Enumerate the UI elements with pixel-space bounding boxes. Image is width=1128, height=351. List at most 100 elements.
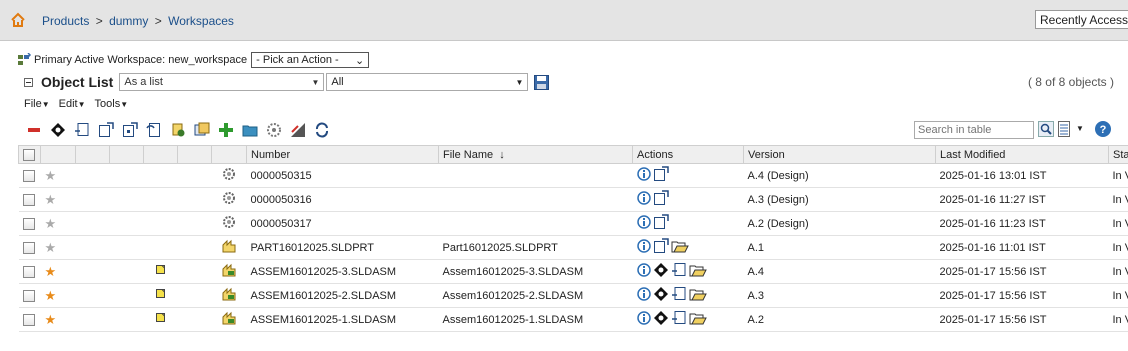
row-checkbox[interactable] [22,313,35,326]
update-button[interactable] [170,122,186,138]
table-row[interactable]: ★ 0000050317 A.2 (Design) 2025-01-16 11:23 … [18,211,1128,236]
number-cell[interactable]: 0000050317 [246,211,439,236]
row-checkbox[interactable] [22,169,35,182]
undo-checkout-button[interactable] [146,122,162,138]
row-checkbox-cell[interactable] [18,283,41,308]
table-row[interactable]: ★ ASSEM16012025-1.SLDASM Assem16012025-1.S… [18,307,1128,332]
file-name-cell[interactable] [438,211,633,236]
menu-edit[interactable]: Edit▼ [59,98,86,110]
favorite-cell[interactable]: ★ [40,283,76,308]
column-header-state[interactable]: Sta [1108,145,1128,164]
breadcrumb-workspaces[interactable]: Workspaces [168,14,234,28]
row-checkbox-cell[interactable] [18,187,41,212]
star-icon[interactable]: ★ [45,168,57,183]
table-row[interactable]: ★ ASSEM16012025-2.SLDASM Assem16012025-2.S… [18,283,1128,308]
row-checkbox-cell[interactable] [18,259,41,284]
info-icon[interactable] [636,191,651,208]
column-header-favorite[interactable] [40,145,76,164]
view-select[interactable]: As a list ▼ [119,73,325,91]
checkout-icon[interactable] [653,238,669,257]
star-icon[interactable]: ★ [45,240,57,255]
column-header-number[interactable]: Number [246,145,439,164]
filter-select[interactable]: All ▼ [326,73,529,91]
add-button[interactable] [218,122,234,138]
remove-button[interactable] [26,122,42,138]
column-header-type[interactable] [211,145,247,164]
column-header-blank[interactable] [177,145,212,164]
row-checkbox-cell[interactable] [18,307,41,332]
column-header-status[interactable] [143,145,178,164]
navigate-button[interactable] [50,122,66,138]
row-checkbox-cell[interactable] [18,211,41,236]
open-folder-icon[interactable] [689,262,707,281]
help-icon[interactable]: ? [1094,120,1112,138]
row-checkbox[interactable] [22,289,35,302]
open-folder-icon[interactable] [671,238,689,257]
columns-icon[interactable] [1058,121,1070,137]
column-header-last-modified[interactable]: Last Modified [935,145,1109,164]
column-header-file-name[interactable]: File Name ↓ [438,145,633,164]
navigate-icon[interactable] [653,286,669,305]
number-cell[interactable]: ASSEM16012025-2.SLDASM [246,283,439,308]
checkin-icon[interactable] [671,286,687,305]
home-icon[interactable] [10,12,26,28]
open-folder-icon[interactable] [689,286,707,305]
row-checkbox-cell[interactable] [18,235,41,260]
number-cell[interactable]: ASSEM16012025-1.SLDASM [246,307,439,332]
column-header-blank[interactable] [109,145,144,164]
select-all-checkbox[interactable] [23,148,35,161]
checkin-icon[interactable] [671,262,687,281]
navigate-icon[interactable] [653,262,669,281]
number-cell[interactable]: 0000050315 [246,163,439,188]
refresh-button[interactable] [314,122,330,138]
table-row[interactable]: ★ PART16012025.SLDPRT Part16012025.SLDPRT A… [18,235,1128,260]
row-checkbox-cell[interactable] [18,163,41,188]
star-icon[interactable]: ★ [45,312,57,327]
number-cell[interactable]: ASSEM16012025-3.SLDASM [246,259,439,284]
table-row[interactable]: ★ 0000050315 A.4 (Design) 2025-01-16 13:01 … [18,163,1128,188]
star-icon[interactable]: ★ [45,264,57,279]
info-icon[interactable] [636,215,651,232]
checkout-download-button[interactable] [122,122,138,138]
select-all-checkbox-cell[interactable] [18,145,41,164]
star-icon[interactable]: ★ [45,288,57,303]
checkout-icon[interactable] [653,190,669,209]
favorite-cell[interactable]: ★ [40,163,76,188]
recently-accessed-dropdown[interactable]: Recently Accessed [1035,10,1128,29]
row-checkbox[interactable] [22,193,35,206]
table-row[interactable]: ★ ASSEM16012025-3.SLDASM Assem16012025-3.S… [18,259,1128,284]
caret-down-icon[interactable]: ▼ [1076,124,1084,133]
number-cell[interactable]: 0000050316 [246,187,439,212]
checkin-button[interactable] [74,122,90,138]
file-name-cell[interactable] [438,187,633,212]
table-row[interactable]: ★ 0000050316 A.3 (Design) 2025-01-16 11:27 … [18,187,1128,212]
info-icon[interactable] [636,239,651,256]
row-checkbox[interactable] [22,265,35,278]
menu-file[interactable]: File▼ [24,98,50,110]
info-icon[interactable] [636,167,651,184]
edit-attributes-button[interactable] [290,122,306,138]
breadcrumb-dummy[interactable]: dummy [109,14,148,28]
table-search-input[interactable] [914,121,1034,139]
pick-action-select[interactable]: - Pick an Action - ⌄ [251,52,370,68]
info-icon[interactable] [636,263,651,280]
collapse-icon[interactable] [24,77,33,87]
new-folder-button[interactable] [242,122,258,138]
row-checkbox[interactable] [22,217,35,230]
star-icon[interactable]: ★ [45,216,57,231]
checkin-icon[interactable] [671,310,687,329]
file-name-cell[interactable]: Assem16012025-1.SLDASM [438,307,633,332]
file-name-cell[interactable]: Assem16012025-3.SLDASM [438,259,633,284]
favorite-cell[interactable]: ★ [40,211,76,236]
favorite-cell[interactable]: ★ [40,259,76,284]
column-header-actions[interactable]: Actions [632,145,744,164]
star-icon[interactable]: ★ [45,192,57,207]
navigate-icon[interactable] [653,310,669,329]
number-cell[interactable]: PART16012025.SLDPRT [246,235,439,260]
checkout-icon[interactable] [653,166,669,185]
add-to-workspace-button[interactable] [194,122,210,138]
row-checkbox[interactable] [22,241,35,254]
info-icon[interactable] [636,311,651,328]
info-icon[interactable] [636,287,651,304]
file-name-cell[interactable]: Part16012025.SLDPRT [438,235,633,260]
